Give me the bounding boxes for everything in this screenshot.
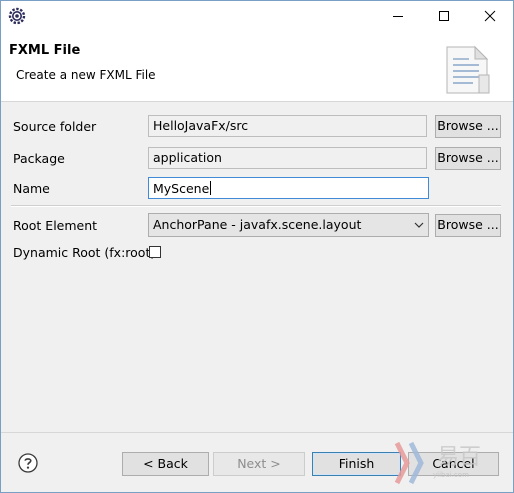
separator bbox=[11, 205, 501, 207]
name-input[interactable]: MyScene bbox=[148, 177, 429, 199]
package-field[interactable]: application bbox=[148, 147, 427, 169]
document-icon bbox=[446, 45, 490, 94]
root-element-select[interactable]: AnchorPane - javafx.scene.layout bbox=[148, 213, 429, 237]
eclipse-gear-icon bbox=[8, 7, 26, 25]
package-browse-button[interactable]: Browse ... bbox=[435, 147, 501, 170]
watermark-mark-icon bbox=[394, 441, 424, 485]
dynamic-root-checkbox[interactable] bbox=[149, 246, 161, 258]
close-icon bbox=[484, 10, 496, 22]
close-button[interactable] bbox=[467, 1, 513, 31]
text-caret bbox=[210, 181, 212, 195]
root-element-value: AnchorPane - javafx.scene.layout bbox=[153, 217, 362, 232]
source-folder-field[interactable]: HelloJavaFx/src bbox=[148, 115, 427, 137]
back-button[interactable]: < Back bbox=[122, 452, 209, 476]
fxml-wizard-window: FXML File Create a new FXML File Source … bbox=[0, 0, 514, 493]
next-button[interactable]: Next > bbox=[213, 452, 305, 476]
help-icon[interactable] bbox=[18, 453, 38, 473]
maximize-icon bbox=[439, 11, 449, 21]
title-bar bbox=[1, 1, 513, 31]
dynamic-root-label: Dynamic Root (fx:root) bbox=[13, 245, 156, 260]
wizard-description: Create a new FXML File bbox=[16, 68, 156, 82]
watermark-text: 易百 bbox=[437, 445, 482, 470]
watermark-subtext: yiibai.com bbox=[433, 471, 469, 479]
watermark-logo: 易百 yiibai.com bbox=[393, 439, 513, 489]
footer-separator bbox=[1, 432, 513, 433]
source-folder-label: Source folder bbox=[13, 119, 97, 134]
name-input-value: MyScene bbox=[153, 181, 210, 196]
maximize-button[interactable] bbox=[421, 1, 467, 31]
name-label: Name bbox=[13, 181, 50, 196]
root-element-label: Root Element bbox=[13, 218, 98, 233]
wizard-title: FXML File bbox=[9, 43, 81, 58]
source-folder-browse-button[interactable]: Browse ... bbox=[435, 115, 501, 138]
wizard-banner: FXML File Create a new FXML File bbox=[1, 31, 513, 102]
finish-button[interactable]: Finish bbox=[312, 452, 401, 476]
minimize-button[interactable] bbox=[375, 1, 421, 31]
chevron-down-icon bbox=[414, 222, 424, 228]
minimize-icon bbox=[393, 16, 403, 17]
package-label: Package bbox=[13, 151, 65, 166]
root-element-browse-button[interactable]: Browse ... bbox=[435, 214, 501, 237]
